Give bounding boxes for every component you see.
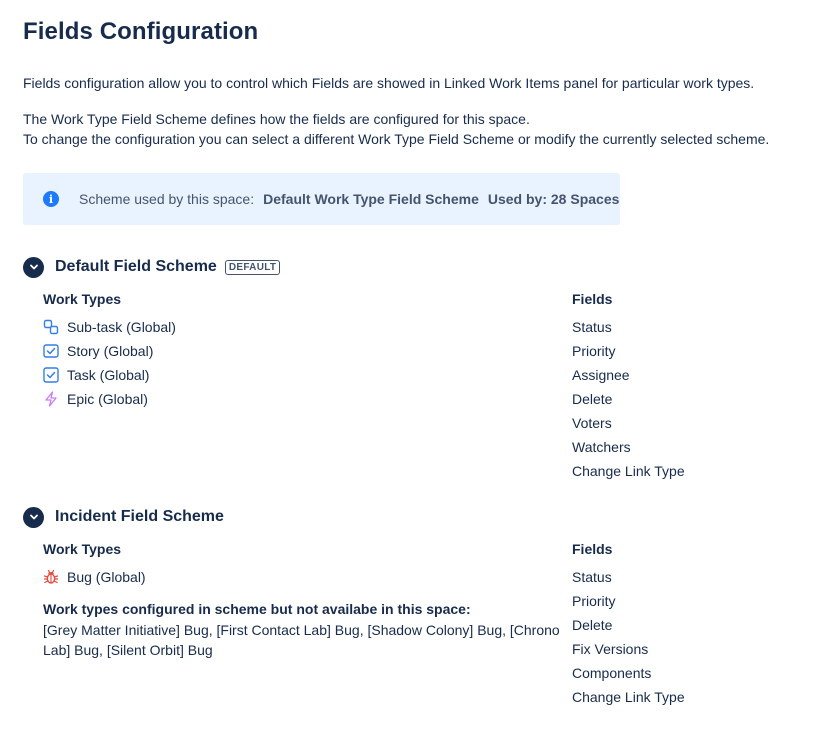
field-item: Delete [572,617,613,633]
field-item: Priority [572,593,616,609]
page-title: Fields Configuration [23,18,259,45]
scheme-info-banner: i Scheme used by this space: Default Wor… [23,173,620,225]
unavailable-work-types-title: Work types configured in scheme but not … [43,601,471,617]
scheme-used-label: Scheme used by this space: [79,191,255,207]
story-icon [43,343,59,359]
work-type-item: Task (Global) [43,367,149,383]
epic-icon [43,391,59,407]
work-type-item: Sub-task (Global) [43,319,176,335]
scheme-header: Incident Field Scheme [23,506,224,528]
work-type-label: Task (Global) [67,367,150,383]
field-item: Status [572,569,612,585]
field-item: Fix Versions [572,641,649,657]
work-type-item: Story (Global) [43,343,153,359]
work-type-item: Bug (Global) [43,569,146,585]
scheme-name: Default Work Type Field Scheme [263,191,479,207]
used-by-count: Used by: 28 Spaces [487,191,620,207]
info-icon: i [43,191,59,207]
task-icon [43,367,59,383]
fields-header: Fields [572,291,613,307]
default-badge: DEFAULT [224,259,281,275]
collapse-chevron-icon[interactable] [23,506,44,528]
unavailable-work-types-list: [Grey Matter Initiative] Bug, [First Con… [43,622,560,658]
work-type-label: Epic (Global) [67,391,148,407]
field-item: Priority [572,343,616,359]
field-item: Change Link Type [572,689,685,705]
work-types-header: Work Types [43,541,122,557]
bug-icon [43,569,59,585]
fields-header: Fields [572,541,613,557]
scheme-title: Default Field Scheme [55,258,217,275]
scheme-header: Default Field Scheme DEFAULT [23,256,281,278]
intro-text: Fields configuration allow you to contro… [23,75,755,91]
field-item: Status [572,319,612,335]
work-types-header: Work Types [43,291,122,307]
description-line-1: The Work Type Field Scheme defines how t… [23,111,530,127]
field-item: Voters [572,415,612,431]
collapse-chevron-icon[interactable] [23,256,44,278]
work-type-label: Story (Global) [67,343,154,359]
work-type-label: Sub-task (Global) [67,319,176,335]
work-type-item: Epic (Global) [43,391,148,407]
field-item: Delete [572,391,613,407]
description-line-2: To change the configuration you can sele… [23,131,770,147]
field-item: Change Link Type [572,463,685,479]
subtask-icon [43,319,59,335]
field-item: Assignee [572,367,630,383]
field-item: Watchers [572,439,631,455]
field-item: Components [572,665,652,681]
work-type-label: Bug (Global) [67,569,146,585]
scheme-title: Incident Field Scheme [55,508,224,525]
